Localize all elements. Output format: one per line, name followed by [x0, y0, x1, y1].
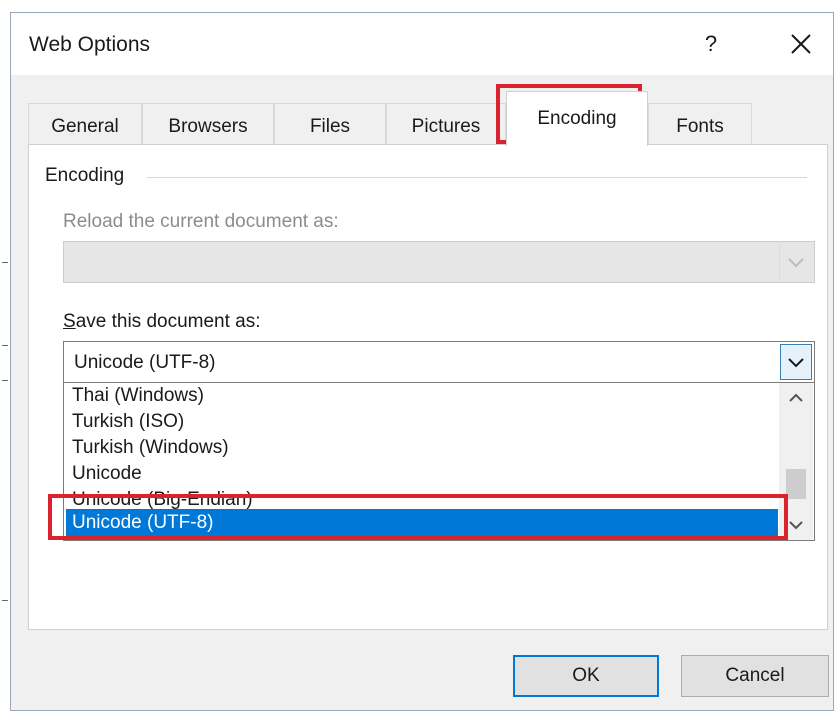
title-bar[interactable]: Web Options ?: [11, 13, 833, 75]
list-item-selected[interactable]: Unicode (UTF-8): [66, 509, 778, 537]
background-window-edge: [0, 0, 10, 711]
list-item[interactable]: Turkish (ISO): [66, 409, 778, 435]
list-item[interactable]: Turkish (Windows): [66, 435, 778, 461]
background-tick: [2, 262, 8, 263]
tab-strip: General Browsers Files Pictures Encoding…: [28, 91, 828, 146]
background-tick: [2, 600, 8, 601]
encoding-tab-panel: Encoding Reload the current document as:…: [28, 144, 828, 630]
ok-button[interactable]: OK: [513, 655, 659, 697]
group-divider: [147, 177, 807, 178]
tab-fonts[interactable]: Fonts: [648, 103, 752, 145]
scroll-up-button[interactable]: [779, 383, 813, 413]
help-button[interactable]: ?: [691, 29, 731, 59]
encoding-dropdown-list[interactable]: Thai (Windows) Turkish (ISO) Turkish (Wi…: [63, 383, 815, 541]
reload-encoding-dropdown-button: [779, 244, 812, 280]
screen: Web Options ? General Browsers Files Pic…: [0, 0, 836, 711]
save-encoding-combobox[interactable]: Unicode (UTF-8): [63, 341, 815, 383]
scroll-down-button[interactable]: [779, 510, 813, 540]
background-tick: [2, 345, 8, 346]
tab-files[interactable]: Files: [274, 103, 386, 145]
list-item[interactable]: Unicode: [66, 461, 778, 487]
save-encoding-dropdown-button[interactable]: [780, 344, 812, 380]
list-scrollbar[interactable]: [779, 383, 813, 540]
reload-document-label: Reload the current document as:: [63, 211, 339, 232]
chevron-down-icon: [789, 521, 803, 530]
save-encoding-value: Unicode (UTF-8): [74, 352, 216, 373]
web-options-dialog: Web Options ? General Browsers Files Pic…: [10, 12, 834, 711]
save-label-text: ave this document as:: [75, 311, 261, 332]
scroll-thumb[interactable]: [786, 469, 806, 499]
tab-pictures[interactable]: Pictures: [386, 103, 506, 145]
chevron-up-icon: [789, 393, 803, 402]
save-label-mnemonic: S: [63, 311, 76, 332]
tab-general[interactable]: General: [28, 103, 142, 145]
chevron-down-icon: [788, 258, 804, 268]
close-button[interactable]: [779, 27, 823, 61]
cancel-button[interactable]: Cancel: [681, 655, 829, 697]
chevron-down-icon: [788, 358, 804, 368]
close-icon: [791, 34, 811, 54]
tab-browsers[interactable]: Browsers: [142, 103, 274, 145]
tab-encoding[interactable]: Encoding: [506, 91, 648, 146]
save-document-label: Save this document as:: [63, 311, 261, 333]
list-item[interactable]: Thai (Windows): [66, 383, 778, 409]
background-tick: [2, 380, 8, 381]
encoding-group-label: Encoding: [45, 165, 133, 187]
dialog-title: Web Options: [29, 33, 151, 56]
reload-encoding-select: [63, 241, 815, 283]
